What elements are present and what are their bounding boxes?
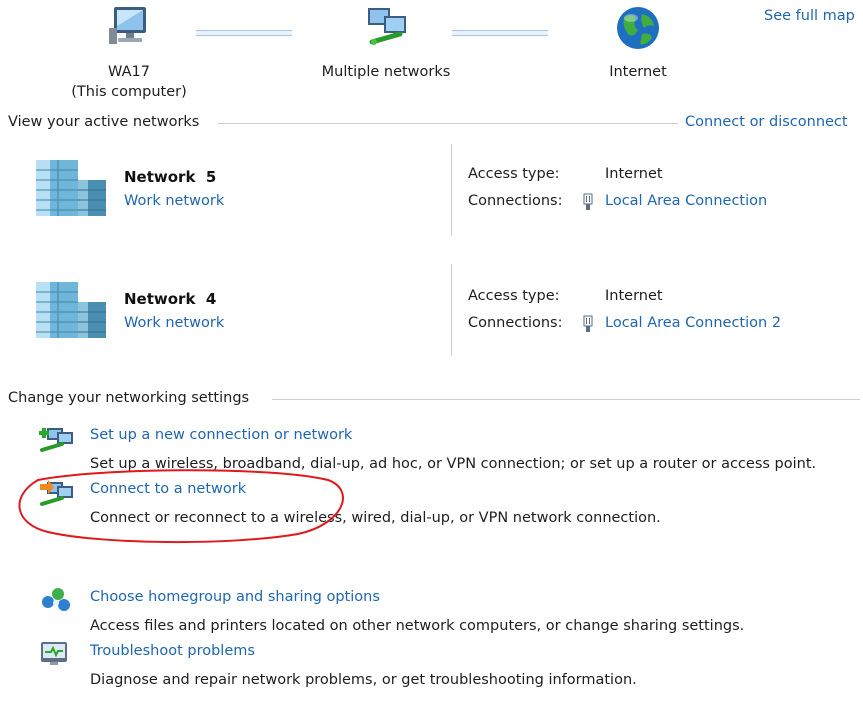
internet-label: Internet bbox=[609, 64, 667, 80]
ethernet-plug-icon bbox=[582, 193, 594, 211]
access-type-value: Internet bbox=[605, 288, 663, 304]
computer-name: WA17 bbox=[108, 64, 150, 80]
network-building-icon bbox=[34, 158, 108, 218]
access-type-label: Access type: bbox=[468, 166, 560, 182]
network-map: WA17 (This computer) Multiple networks I… bbox=[0, 0, 863, 110]
ethernet-plug-icon bbox=[582, 315, 594, 333]
internet-icon[interactable] bbox=[614, 4, 662, 52]
homegroup-icon[interactable] bbox=[38, 584, 74, 614]
troubleshoot-link[interactable]: Troubleshoot problems bbox=[90, 643, 255, 659]
local-area-connection-link[interactable]: Local Area Connection bbox=[605, 193, 767, 209]
network-separator bbox=[451, 264, 452, 356]
computer-icon[interactable] bbox=[104, 4, 154, 48]
active-networks-heading: View your active networks bbox=[8, 114, 200, 130]
homegroup-sharing-description: Access files and printers located on oth… bbox=[90, 618, 745, 634]
access-type-value: Internet bbox=[605, 166, 663, 182]
connector-right bbox=[452, 30, 548, 36]
network-entry: Network 4 Work network Access type: Inte… bbox=[0, 264, 863, 372]
network-category-link[interactable]: Work network bbox=[124, 315, 224, 331]
local-area-connection-2-link[interactable]: Local Area Connection 2 bbox=[605, 315, 781, 331]
multiple-networks-label: Multiple networks bbox=[321, 64, 451, 80]
network-building-icon bbox=[34, 280, 108, 340]
settings-rule bbox=[272, 399, 860, 400]
multiple-networks-icon[interactable] bbox=[362, 4, 412, 50]
computer-caption: (This computer) bbox=[71, 84, 187, 100]
active-networks-rule bbox=[218, 123, 678, 124]
connections-label: Connections: bbox=[468, 193, 563, 209]
settings-heading: Change your networking settings bbox=[8, 390, 250, 406]
troubleshoot-icon[interactable] bbox=[38, 638, 74, 668]
highlight-circle bbox=[8, 466, 348, 544]
access-type-label: Access type: bbox=[468, 288, 560, 304]
homegroup-sharing-link[interactable]: Choose homegroup and sharing options bbox=[90, 589, 380, 605]
connect-or-disconnect-link[interactable]: Connect or disconnect bbox=[685, 114, 848, 130]
network-category-link[interactable]: Work network bbox=[124, 193, 224, 209]
setup-connection-link[interactable]: Set up a new connection or network bbox=[90, 427, 352, 443]
connector-left bbox=[196, 30, 292, 36]
network-name: Network 4 bbox=[124, 290, 217, 308]
see-full-map-link[interactable]: See full map bbox=[764, 8, 855, 24]
network-name: Network 5 bbox=[124, 168, 217, 186]
troubleshoot-description: Diagnose and repair network problems, or… bbox=[90, 672, 637, 688]
new-connection-icon[interactable] bbox=[38, 424, 74, 454]
connections-label: Connections: bbox=[468, 315, 563, 331]
network-entry: Network 5 Work network Access type: Inte… bbox=[0, 144, 863, 250]
network-separator bbox=[451, 144, 452, 236]
